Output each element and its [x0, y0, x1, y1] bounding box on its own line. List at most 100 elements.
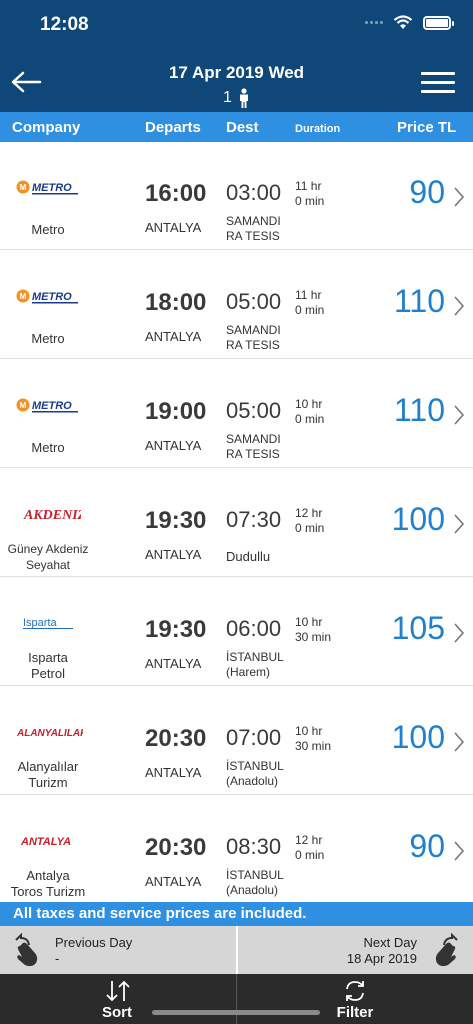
destination-line2: RA TESIS	[226, 229, 280, 243]
destination-line1: İSTANBUL	[226, 650, 284, 664]
trip-row[interactable]: AKDENIZ Güney Akdeniz Seyahat 19:30 ANTAL…	[0, 469, 473, 577]
company-logo: Isparta	[10, 612, 86, 636]
destination: SAMANDI RA TESIS	[226, 323, 296, 353]
destination-line1: Dudullu	[226, 549, 271, 564]
company-name: Alanyalılar Turizm	[0, 759, 96, 791]
arrival-time: 07:00	[226, 725, 282, 750]
wifi-icon	[393, 15, 413, 29]
logo-text: ALANYALILAR	[16, 728, 83, 739]
duration-hours: 12 hr	[295, 506, 323, 520]
departure-city: ANTALYA	[145, 874, 202, 889]
company-name-line1: Antalya	[26, 868, 70, 883]
filter-button[interactable]: Filter	[237, 974, 473, 1024]
logo-text: METRO	[32, 400, 72, 412]
tax-info-banner: All taxes and service prices are include…	[0, 902, 473, 926]
column-header: Company Departs Dest Duration Price TL	[0, 112, 473, 142]
duration-hours: 12 hr	[295, 833, 323, 847]
duration-hours: 10 hr	[295, 397, 323, 411]
person-icon	[239, 88, 248, 108]
chevron-right-icon[interactable]	[453, 513, 465, 535]
chevron-right-icon[interactable]	[453, 622, 465, 644]
company-logo: AKDENIZ	[10, 503, 86, 527]
destination: İSTANBUL (Harem)	[226, 650, 296, 680]
trip-row[interactable]: M METRO Metro 18:00 ANTALYA 05:00 SAMAND…	[0, 251, 473, 359]
status-time: 12:08	[40, 14, 89, 35]
previous-day-label: Previous Day	[55, 935, 133, 950]
column-dest[interactable]: Dest	[226, 119, 259, 136]
duration: 12 hr 0 min	[295, 506, 365, 536]
column-duration[interactable]: Duration	[295, 123, 340, 135]
duration: 10 hr 0 min	[295, 397, 365, 427]
departure-city: ANTALYA	[145, 765, 202, 780]
duration: 11 hr 0 min	[295, 288, 365, 318]
departure-city: ANTALYA	[145, 438, 202, 453]
passenger-count: 1	[0, 88, 473, 108]
trip-row[interactable]: M METRO Metro 16:00 ANTALYA 03:00 SAMAND…	[0, 142, 473, 250]
column-departs[interactable]: Departs	[145, 119, 201, 136]
arrival-time: 06:00	[226, 616, 282, 641]
previous-day-date: -	[55, 951, 60, 966]
destination-line2: (Anadolu)	[226, 883, 279, 897]
status-icons	[365, 15, 454, 30]
filter-icon	[346, 981, 364, 1001]
chevron-right-icon[interactable]	[453, 840, 465, 862]
duration-minutes: 30 min	[295, 739, 332, 753]
menu-button[interactable]	[421, 72, 455, 94]
duration-minutes: 0 min	[295, 303, 325, 317]
destination: İSTANBUL (Anadolu)	[226, 759, 296, 789]
column-price[interactable]: Price TL	[397, 119, 456, 136]
company-name: Metro	[0, 440, 96, 456]
company-name-line1: Güney Akdeniz	[7, 542, 89, 556]
duration-hours: 10 hr	[295, 615, 323, 629]
duration-hours: 10 hr	[295, 724, 323, 738]
company-name-line1: Metro	[31, 440, 65, 455]
arrival-time: 05:00	[226, 289, 282, 314]
sort-button[interactable]: Sort	[0, 974, 236, 1024]
destination-line2: (Anadolu)	[226, 774, 279, 788]
duration: 12 hr 0 min	[295, 833, 365, 863]
arrival-time: 03:00	[226, 180, 282, 205]
next-day-button[interactable]: Next Day 18 Apr 2019	[237, 926, 473, 974]
chevron-right-icon[interactable]	[453, 404, 465, 426]
departure-time: 18:00	[145, 289, 207, 316]
company-name: Antalya Toros Turizm	[0, 868, 96, 900]
destination-line1: SAMANDI	[226, 323, 281, 337]
column-company[interactable]: Company	[12, 119, 80, 136]
arrival-time: 05:00	[226, 398, 282, 423]
next-day-label: Next Day	[363, 935, 417, 950]
chevron-right-icon[interactable]	[453, 731, 465, 753]
price: 90	[409, 828, 445, 864]
svg-text:M: M	[20, 292, 27, 301]
trip-row[interactable]: Isparta Isparta Petrol 19:30 ANTALYA 06:0…	[0, 578, 473, 686]
price: 90	[409, 174, 445, 210]
next-day-date: 18 Apr 2019	[346, 951, 417, 966]
company-name-line2: Seyahat	[25, 558, 71, 572]
company-name-line1: Metro	[31, 331, 65, 346]
logo-text: METRO	[32, 182, 72, 194]
signal-icon	[365, 21, 383, 24]
logo-text: Isparta	[23, 617, 58, 629]
destination: SAMANDI RA TESIS	[226, 432, 296, 462]
trip-row[interactable]: ANTALYA Antalya Toros Turizm 20:30 ANTALY…	[0, 796, 473, 901]
chevron-right-icon[interactable]	[453, 295, 465, 317]
duration-hours: 11 hr	[295, 288, 322, 302]
trip-row[interactable]: M METRO Metro 19:00 ANTALYA 05:00 SAMAND…	[0, 360, 473, 468]
logo-text: AKDENIZ	[23, 508, 81, 523]
price: 100	[391, 719, 445, 755]
trip-row[interactable]: ALANYALILAR Alanyalılar Turizm 20:30 ANTA…	[0, 687, 473, 795]
company-logo: M METRO	[10, 176, 86, 200]
duration-minutes: 0 min	[295, 194, 325, 208]
chevron-right-icon[interactable]	[453, 186, 465, 208]
trip-list: M METRO Metro 16:00 ANTALYA 03:00 SAMAND…	[0, 142, 473, 901]
swipe-right-hand-icon	[435, 932, 458, 967]
duration: 10 hr 30 min	[295, 615, 365, 645]
day-navigation: Previous Day - Next Day 18 Apr 2019	[0, 926, 473, 974]
company-name: Metro	[0, 222, 96, 238]
page-title: 17 Apr 2019 Wed	[168, 63, 305, 82]
company-logo: ANTALYA	[10, 830, 86, 854]
departure-time: 16:00	[145, 180, 207, 207]
menu-icon	[421, 72, 455, 75]
previous-day-button[interactable]: Previous Day -	[0, 926, 236, 974]
bottom-toolbar: Sort Filter	[0, 974, 473, 1024]
svg-text:M: M	[20, 183, 27, 192]
